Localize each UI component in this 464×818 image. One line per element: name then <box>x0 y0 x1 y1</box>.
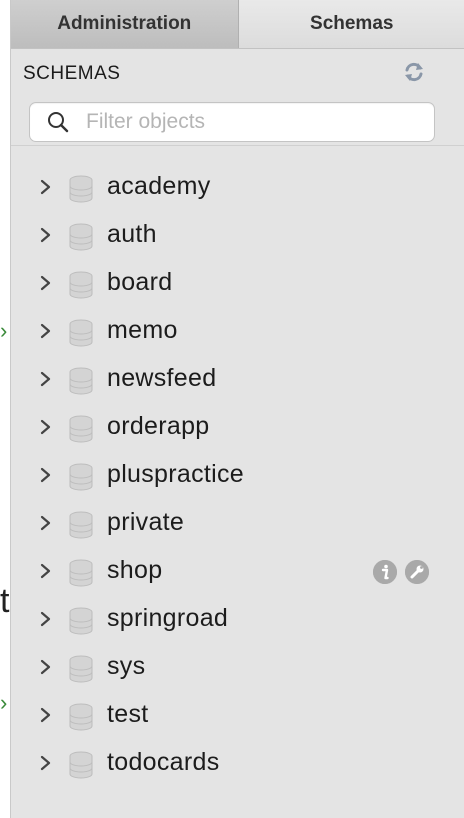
chevron-right-icon[interactable] <box>39 754 53 772</box>
filter-input[interactable] <box>84 109 408 135</box>
editor-fragment: › <box>0 690 8 715</box>
schema-name: test <box>107 700 149 728</box>
schemas-header: SCHEMAS <box>11 49 464 95</box>
chevron-right-icon[interactable] <box>39 610 53 628</box>
database-icon <box>69 319 93 347</box>
navigator-panel: Administration Schemas SCHEMAS Filter ob… <box>10 0 464 818</box>
chevron-right-icon[interactable] <box>39 466 53 484</box>
database-icon <box>69 463 93 491</box>
tab-schemas[interactable]: Schemas <box>238 0 464 48</box>
search-icon <box>48 112 69 133</box>
database-icon <box>69 751 93 779</box>
schema-row-pluspractice[interactable]: pluspractice <box>11 450 464 498</box>
schema-name: private <box>107 508 185 536</box>
chevron-right-icon[interactable] <box>39 226 53 244</box>
schema-row-memo[interactable]: memo <box>11 306 464 354</box>
chevron-right-icon[interactable] <box>39 514 53 532</box>
wrench-icon[interactable] <box>405 560 429 584</box>
refresh-icon[interactable] <box>403 61 425 83</box>
chevron-right-icon[interactable] <box>39 706 53 724</box>
chevron-right-icon[interactable] <box>39 562 53 580</box>
schema-row-newsfeed[interactable]: newsfeed <box>11 354 464 402</box>
schema-name: springroad <box>107 604 229 632</box>
schema-name: auth <box>107 220 157 248</box>
schema-tree: academy auth board memo newsfeed orderap… <box>11 162 464 786</box>
editor-fragment: t <box>0 582 10 620</box>
database-icon <box>69 703 93 731</box>
schema-row-sys[interactable]: sys <box>11 642 464 690</box>
schema-name: board <box>107 268 173 296</box>
info-icon[interactable] <box>373 560 397 584</box>
schema-name: sys <box>107 652 146 680</box>
schema-row-private[interactable]: private <box>11 498 464 546</box>
schema-name: pluspractice <box>107 460 244 488</box>
database-icon <box>69 607 93 635</box>
database-icon <box>69 559 93 587</box>
chevron-right-icon[interactable] <box>39 178 53 196</box>
editor-fragment: › <box>0 318 8 343</box>
schema-row-todocards[interactable]: todocards <box>11 738 464 786</box>
chevron-right-icon[interactable] <box>39 658 53 676</box>
database-icon <box>69 511 93 539</box>
chevron-right-icon[interactable] <box>39 322 53 340</box>
schema-row-academy[interactable]: academy <box>11 162 464 210</box>
filter-field[interactable] <box>29 102 435 142</box>
database-icon <box>69 655 93 683</box>
schema-row-auth[interactable]: auth <box>11 210 464 258</box>
workbench-window: › t › Administration Schemas SCHEMAS Fil… <box>0 0 464 818</box>
tab-administration[interactable]: Administration <box>11 0 239 48</box>
schema-row-test[interactable]: test <box>11 690 464 738</box>
schema-name: newsfeed <box>107 364 217 392</box>
chevron-right-icon[interactable] <box>39 370 53 388</box>
database-icon <box>69 271 93 299</box>
schema-name: memo <box>107 316 178 344</box>
schema-row-actions <box>373 560 429 584</box>
schema-name: todocards <box>107 748 220 776</box>
chevron-right-icon[interactable] <box>39 274 53 292</box>
schema-row-shop[interactable]: shop <box>11 546 464 594</box>
schemas-title: SCHEMAS <box>23 63 121 84</box>
navigator-tabs: Administration Schemas <box>11 0 464 49</box>
database-icon <box>69 367 93 395</box>
schema-name: shop <box>107 556 163 584</box>
schema-row-board[interactable]: board <box>11 258 464 306</box>
schema-row-springroad[interactable]: springroad <box>11 594 464 642</box>
chevron-right-icon[interactable] <box>39 418 53 436</box>
schema-name: academy <box>107 172 211 200</box>
database-icon <box>69 415 93 443</box>
database-icon <box>69 223 93 251</box>
schema-name: orderapp <box>107 412 210 440</box>
schema-row-orderapp[interactable]: orderapp <box>11 402 464 450</box>
database-icon <box>69 175 93 203</box>
